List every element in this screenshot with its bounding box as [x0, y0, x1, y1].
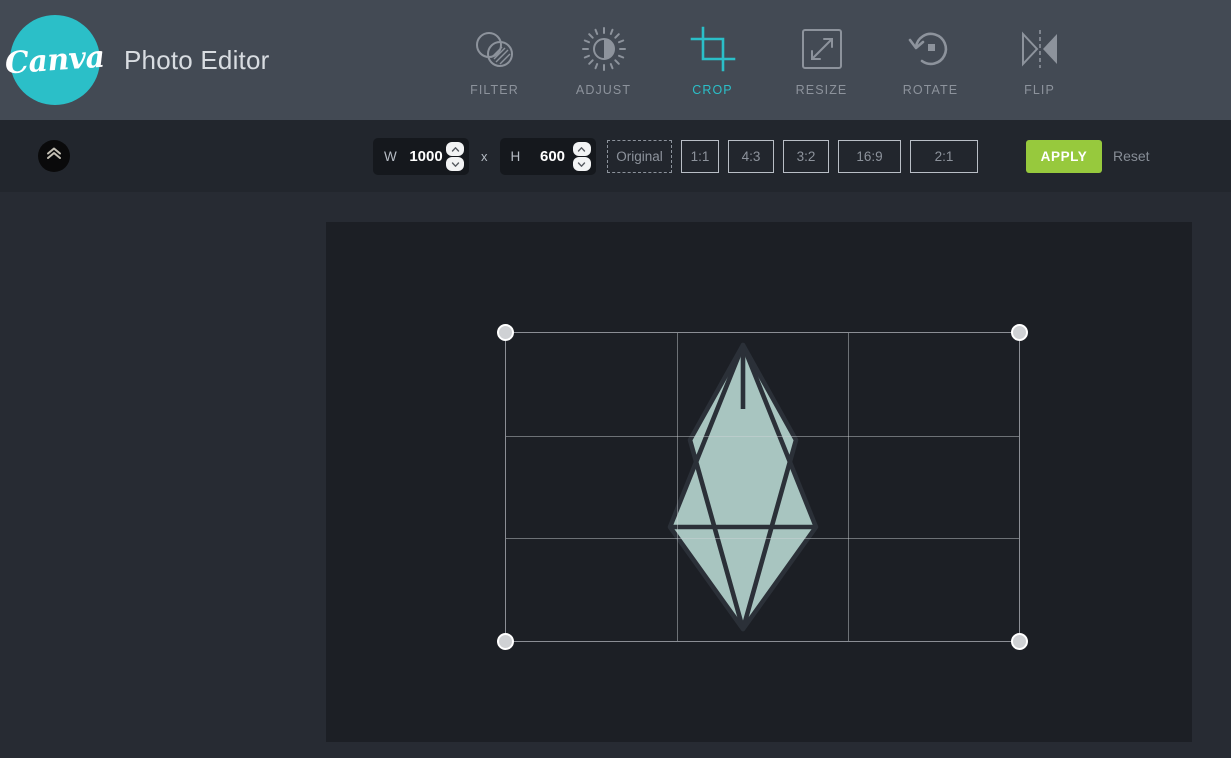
ratio-2-1[interactable]: 2:1 [910, 140, 978, 173]
tab-filter[interactable]: FILTER [440, 12, 549, 108]
crop-height-decrement[interactable] [572, 157, 591, 171]
app-header: Canva Photo Editor FILTER ADJUST CROP RE… [0, 0, 1231, 120]
flip-icon [1017, 24, 1063, 74]
tab-filter-label: FILTER [470, 82, 519, 97]
canva-logo[interactable]: Canva [4, 15, 106, 105]
crop-icon [690, 24, 736, 74]
page-title: Photo Editor [124, 44, 270, 75]
crop-dimensions: W 1000 x H 600 [373, 138, 596, 175]
ratio-1-1[interactable]: 1:1 [681, 140, 719, 173]
crop-grid-line-h2 [506, 538, 1019, 540]
apply-button[interactable]: APPLY [1026, 140, 1102, 173]
crop-height-stepper[interactable] [572, 142, 591, 171]
ratio-3-2[interactable]: 3:2 [783, 140, 829, 173]
tab-flip[interactable]: FLIP [985, 12, 1094, 108]
crop-width-increment[interactable] [446, 142, 464, 156]
ratio-4-3[interactable]: 4:3 [728, 140, 774, 173]
crop-handle-bottom-left[interactable] [497, 633, 514, 650]
editor-workspace [0, 192, 1231, 758]
tool-nav: FILTER ADJUST CROP RESIZE ROTATE FLIP [440, 0, 1094, 120]
tab-adjust-label: ADJUST [575, 82, 632, 97]
dimension-separator: x [481, 149, 488, 164]
crop-grid-line-h1 [506, 435, 1019, 437]
adjust-icon [580, 24, 628, 74]
tab-rotate-label: ROTATE [902, 82, 959, 97]
crop-selection[interactable] [497, 324, 1028, 650]
aspect-ratio-group: Original 1:1 4:3 3:2 16:9 2:1 [607, 140, 978, 173]
crop-handle-top-left[interactable] [497, 324, 514, 341]
ratio-16-9[interactable]: 16:9 [838, 140, 901, 173]
ratio-original[interactable]: Original [607, 140, 672, 173]
tab-flip-label: FLIP [1024, 82, 1055, 97]
crop-handle-bottom-right[interactable] [1011, 633, 1028, 650]
crop-handle-top-right[interactable] [1011, 324, 1028, 341]
image-canvas[interactable] [326, 222, 1192, 742]
reset-button[interactable]: Reset [1113, 148, 1150, 164]
collapse-toolbar-button[interactable] [38, 140, 70, 172]
tab-rotate[interactable]: ROTATE [876, 12, 985, 108]
tab-resize[interactable]: RESIZE [767, 12, 876, 108]
crop-grid-line-v2 [847, 333, 849, 641]
crop-width-label: W [384, 149, 397, 164]
crop-height-increment[interactable] [572, 142, 591, 156]
crop-height-field[interactable]: H 600 [499, 138, 596, 175]
canva-logo-text: Canva [4, 39, 106, 81]
rotate-icon [908, 24, 954, 74]
crop-width-field[interactable]: W 1000 [373, 138, 469, 175]
crop-grid-line-v1 [676, 333, 678, 641]
chevron-double-up-icon [46, 146, 62, 166]
tab-crop-label: CROP [692, 82, 733, 97]
filter-icon [469, 24, 521, 74]
tab-resize-label: RESIZE [795, 82, 848, 97]
resize-icon [800, 24, 844, 74]
photo-editor-app: Canva Photo Editor FILTER ADJUST CROP RE… [0, 0, 1231, 758]
tab-adjust[interactable]: ADJUST [549, 12, 658, 108]
crop-width-decrement[interactable] [446, 157, 464, 171]
crop-height-label: H [510, 149, 521, 164]
tab-crop[interactable]: CROP [658, 12, 767, 108]
crop-width-stepper[interactable] [446, 142, 464, 171]
brand: Canva Photo Editor [0, 15, 270, 105]
